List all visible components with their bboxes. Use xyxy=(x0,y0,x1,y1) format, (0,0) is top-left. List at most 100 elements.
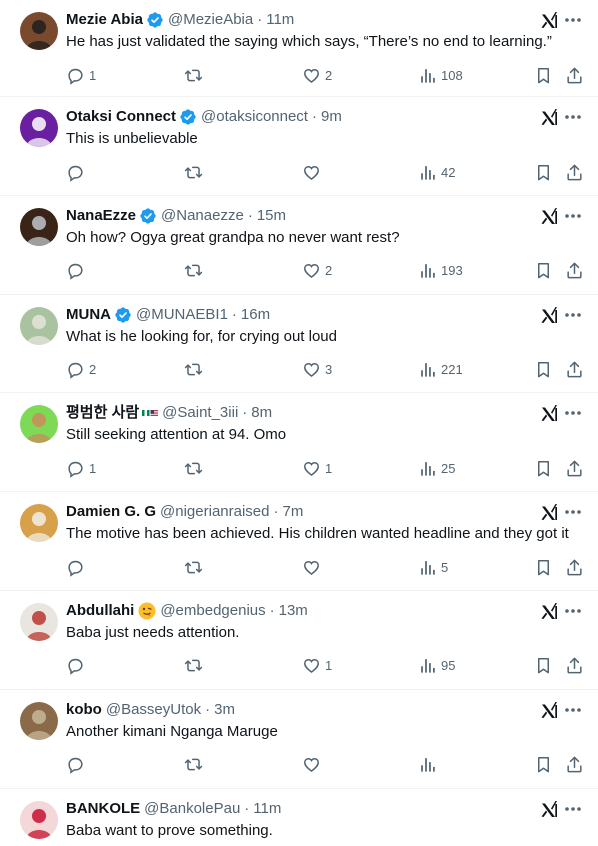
tweet-item[interactable]: Mezie Abia @MezieAbia · 11m He has just vali… xyxy=(0,0,598,97)
author-handle[interactable]: @otaksiconnect xyxy=(201,107,308,127)
grok-icon[interactable] xyxy=(540,107,558,127)
author-name[interactable]: Otaksi Connect xyxy=(66,107,176,127)
author-name[interactable]: Mezie Abia xyxy=(66,10,143,30)
like-button[interactable]: 2 xyxy=(302,260,332,282)
avatar[interactable] xyxy=(20,504,58,543)
grok-icon[interactable] xyxy=(540,799,558,819)
repost-button[interactable] xyxy=(184,64,207,86)
bookmark-button[interactable] xyxy=(534,161,553,183)
author-handle[interactable]: @Nanaezze xyxy=(161,206,244,226)
share-button[interactable] xyxy=(565,457,584,479)
reply-button[interactable]: 1 xyxy=(66,64,96,86)
repost-button[interactable] xyxy=(184,556,207,578)
views-button[interactable]: 221 xyxy=(418,359,463,381)
like-button[interactable]: 3 xyxy=(302,359,332,381)
like-button[interactable]: 2 xyxy=(302,64,332,86)
avatar[interactable] xyxy=(20,701,58,740)
author-handle[interactable]: @MUNAEBI1 xyxy=(136,305,228,325)
like-button[interactable]: 1 xyxy=(302,457,332,479)
timestamp[interactable]: 15m xyxy=(257,206,286,226)
avatar[interactable] xyxy=(20,602,58,641)
views-button[interactable]: 108 xyxy=(418,64,463,86)
share-button[interactable] xyxy=(565,359,584,381)
share-button[interactable] xyxy=(565,754,584,776)
views-button[interactable]: 42 xyxy=(418,161,455,183)
like-button[interactable] xyxy=(302,754,325,776)
tweet-item[interactable]: NanaEzze @Nanaezze · 15m Oh how? Ogya great … xyxy=(0,196,598,295)
bookmark-button[interactable] xyxy=(534,655,553,677)
timestamp[interactable]: 16m xyxy=(241,305,270,325)
author-handle[interactable]: @BasseyUtok xyxy=(106,700,201,720)
repost-button[interactable] xyxy=(184,655,207,677)
more-dots-icon[interactable] xyxy=(564,10,582,30)
share-button[interactable] xyxy=(565,260,584,282)
bookmark-button[interactable] xyxy=(534,64,553,86)
bookmark-button[interactable] xyxy=(534,260,553,282)
repost-button[interactable] xyxy=(184,457,207,479)
more-dots-icon[interactable] xyxy=(564,601,582,621)
reply-button[interactable] xyxy=(66,161,89,183)
grok-icon[interactable] xyxy=(540,700,558,720)
tweet-item[interactable]: Abdullahi @embedgenius · 13m Baba just needs… xyxy=(0,591,598,690)
timestamp[interactable]: 8m xyxy=(251,403,272,423)
share-button[interactable] xyxy=(565,64,584,86)
repost-button[interactable] xyxy=(184,260,207,282)
more-dots-icon[interactable] xyxy=(564,700,582,720)
views-button[interactable]: 25 xyxy=(418,457,455,479)
author-name[interactable]: Abdullahi xyxy=(66,601,134,621)
author-name[interactable]: 평범한 사람 xyxy=(66,403,139,423)
views-button[interactable]: 193 xyxy=(418,260,463,282)
timestamp[interactable]: 9m xyxy=(321,107,342,127)
grok-icon[interactable] xyxy=(540,10,558,30)
timestamp[interactable]: 3m xyxy=(214,700,235,720)
tweet-item[interactable]: Otaksi Connect @otaksiconnect · 9m This is u… xyxy=(0,97,598,196)
more-dots-icon[interactable] xyxy=(564,799,582,819)
avatar[interactable] xyxy=(20,12,58,50)
timestamp[interactable]: 13m xyxy=(279,601,308,621)
more-dots-icon[interactable] xyxy=(564,403,582,423)
author-handle[interactable]: @MezieAbia xyxy=(168,10,253,30)
like-button[interactable] xyxy=(302,161,325,183)
share-button[interactable] xyxy=(565,556,584,578)
reply-button[interactable] xyxy=(66,556,89,578)
timestamp[interactable]: 7m xyxy=(282,502,303,522)
author-name[interactable]: NanaEzze xyxy=(66,206,136,226)
tweet-item[interactable]: BANKOLE @BankolePau · 11m Baba want to prove… xyxy=(0,789,598,846)
tweet-item[interactable]: kobo @BasseyUtok · 3m Another kimani Nganga … xyxy=(0,690,598,789)
author-name[interactable]: BANKOLE xyxy=(66,799,140,819)
repost-button[interactable] xyxy=(184,359,207,381)
like-button[interactable]: 1 xyxy=(302,655,332,677)
tweet-item[interactable]: 평범한 사람 @Saint_3iii · 8m Still seeking attent… xyxy=(0,393,598,493)
author-name[interactable]: kobo xyxy=(66,700,102,720)
timestamp[interactable]: 11m xyxy=(253,799,281,819)
reply-button[interactable]: 1 xyxy=(66,457,96,479)
tweet-item[interactable]: Damien G. G @nigerianraised · 7m The motive … xyxy=(0,492,598,591)
tweet-item[interactable]: MUNA @MUNAEBI1 · 16m What is he looking for,… xyxy=(0,295,598,394)
author-handle[interactable]: @nigerianraised xyxy=(160,502,269,522)
views-button[interactable] xyxy=(418,754,441,776)
author-handle[interactable]: @Saint_3iii xyxy=(162,403,238,423)
bookmark-button[interactable] xyxy=(534,556,553,578)
bookmark-button[interactable] xyxy=(534,457,553,479)
bookmark-button[interactable] xyxy=(534,754,553,776)
author-handle[interactable]: @BankolePau xyxy=(144,799,240,819)
reply-button[interactable] xyxy=(66,260,89,282)
repost-button[interactable] xyxy=(184,754,207,776)
more-dots-icon[interactable] xyxy=(564,206,582,226)
reply-button[interactable] xyxy=(66,754,89,776)
avatar[interactable] xyxy=(20,109,58,147)
share-button[interactable] xyxy=(565,161,584,183)
more-dots-icon[interactable] xyxy=(564,107,582,127)
share-button[interactable] xyxy=(565,655,584,677)
avatar[interactable] xyxy=(20,306,58,345)
views-button[interactable]: 95 xyxy=(418,655,455,677)
like-button[interactable] xyxy=(302,556,325,578)
author-name[interactable]: MUNA xyxy=(66,305,111,325)
repost-button[interactable] xyxy=(184,161,207,183)
timestamp[interactable]: 11m xyxy=(266,10,294,30)
reply-button[interactable] xyxy=(66,655,89,677)
grok-icon[interactable] xyxy=(540,305,558,325)
avatar[interactable] xyxy=(20,405,58,444)
views-button[interactable]: 5 xyxy=(418,556,448,578)
more-dots-icon[interactable] xyxy=(564,502,582,522)
